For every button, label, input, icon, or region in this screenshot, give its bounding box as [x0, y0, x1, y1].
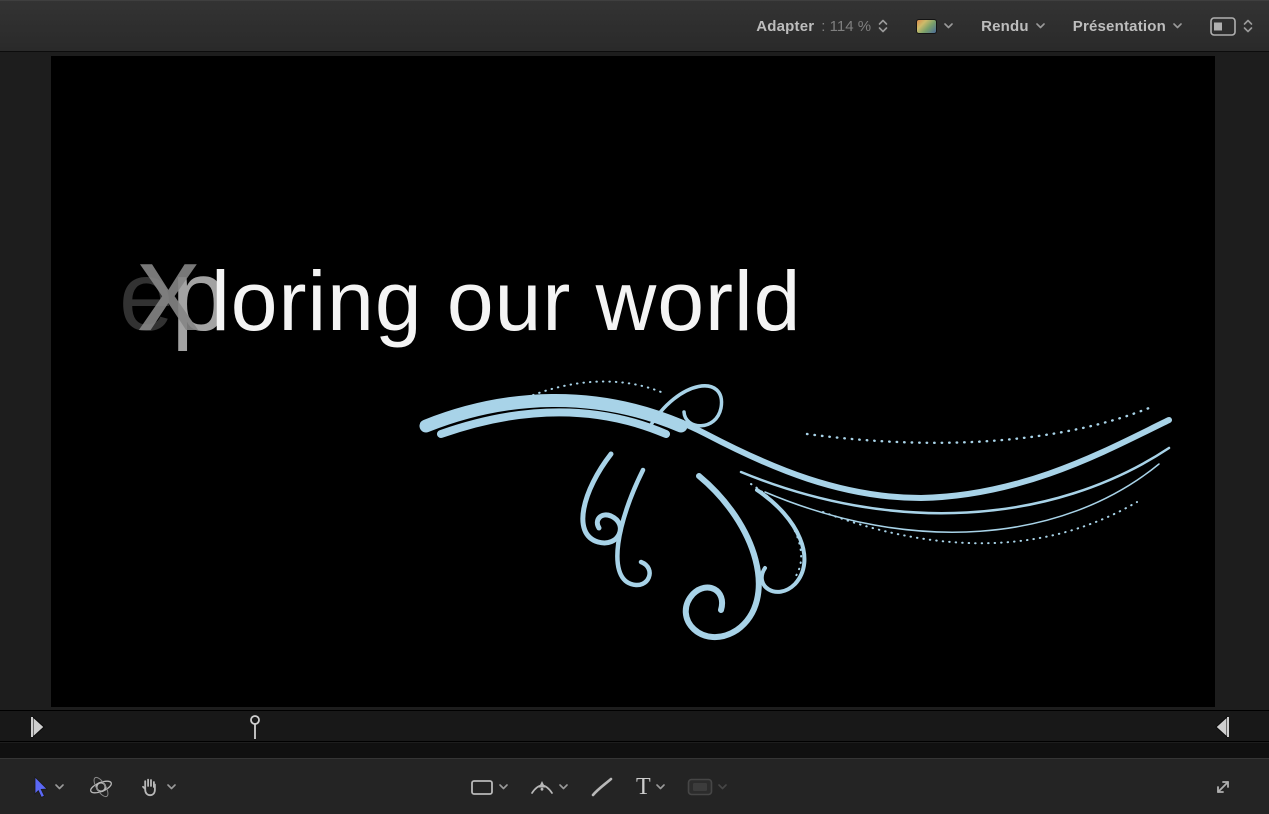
channels-popup[interactable]: [916, 19, 953, 34]
zoom-level-control[interactable]: Adapter : 114 %: [756, 18, 888, 35]
play-range-in-marker[interactable]: [30, 714, 46, 740]
image-mask-tool[interactable]: [687, 778, 727, 796]
play-range-out-marker[interactable]: [1214, 714, 1230, 740]
brush-stroke-icon: [590, 776, 614, 798]
window-controls-group: [1212, 759, 1234, 814]
rectangle-icon: [470, 777, 494, 797]
hand-icon: [138, 775, 162, 799]
expand-view-button[interactable]: [1212, 776, 1234, 798]
chevron-down-icon[interactable]: [499, 784, 508, 790]
view-tools-group: [32, 759, 176, 814]
flourish-graphic-object[interactable]: [51, 56, 1215, 707]
project-canvas[interactable]: exploring our world: [51, 56, 1215, 707]
chevron-down-icon[interactable]: [656, 784, 665, 790]
text-tool-icon: T: [636, 775, 651, 799]
zoom-label: Adapter: [756, 18, 814, 35]
render-popup[interactable]: Rendu: [981, 18, 1045, 35]
pan-tool[interactable]: [138, 775, 176, 799]
shape-tool[interactable]: [470, 777, 508, 797]
zoom-value: : 114 %: [821, 18, 871, 35]
render-label: Rendu: [981, 18, 1029, 35]
3d-transform-tool[interactable]: [88, 775, 114, 799]
window-layout-control[interactable]: [1210, 17, 1253, 36]
orbit-3d-icon: [88, 775, 114, 799]
chevron-down-icon[interactable]: [559, 784, 568, 790]
chevron-down-icon: [1173, 23, 1182, 29]
image-well-icon: [687, 778, 713, 796]
chevron-down-icon: [1036, 23, 1045, 29]
chevron-down-icon: [944, 23, 953, 29]
select-transform-tool[interactable]: [32, 776, 64, 798]
mini-timeline[interactable]: [0, 710, 1269, 742]
stepper-updown-icon: [878, 19, 888, 33]
stepper-updown-icon: [1243, 19, 1253, 33]
chevron-down-icon: [718, 784, 727, 790]
select-arrow-icon: [32, 776, 50, 798]
canvas-workspace: exploring our world: [0, 53, 1269, 710]
paint-stroke-tool[interactable]: [590, 776, 614, 798]
color-swatch-icon: [916, 19, 937, 34]
bezier-tool[interactable]: [530, 776, 568, 798]
canvas-toolbar: Adapter : 114 % Rendu Présentation: [0, 0, 1269, 52]
chevron-down-icon[interactable]: [167, 784, 176, 790]
create-tools-group: T: [470, 759, 727, 814]
playhead-marker[interactable]: [246, 713, 264, 741]
pen-curve-icon: [530, 776, 554, 798]
expand-diagonal-icon: [1212, 776, 1234, 798]
text-tool[interactable]: T: [636, 775, 665, 799]
view-popup[interactable]: Présentation: [1073, 18, 1182, 35]
timeline-lower-strip: [0, 743, 1269, 758]
tool-bar: T: [0, 758, 1269, 814]
chevron-down-icon[interactable]: [55, 784, 64, 790]
view-label: Présentation: [1073, 18, 1166, 35]
motion-window: Adapter : 114 % Rendu Présentation: [0, 0, 1269, 814]
window-layout-icon: [1210, 17, 1236, 36]
